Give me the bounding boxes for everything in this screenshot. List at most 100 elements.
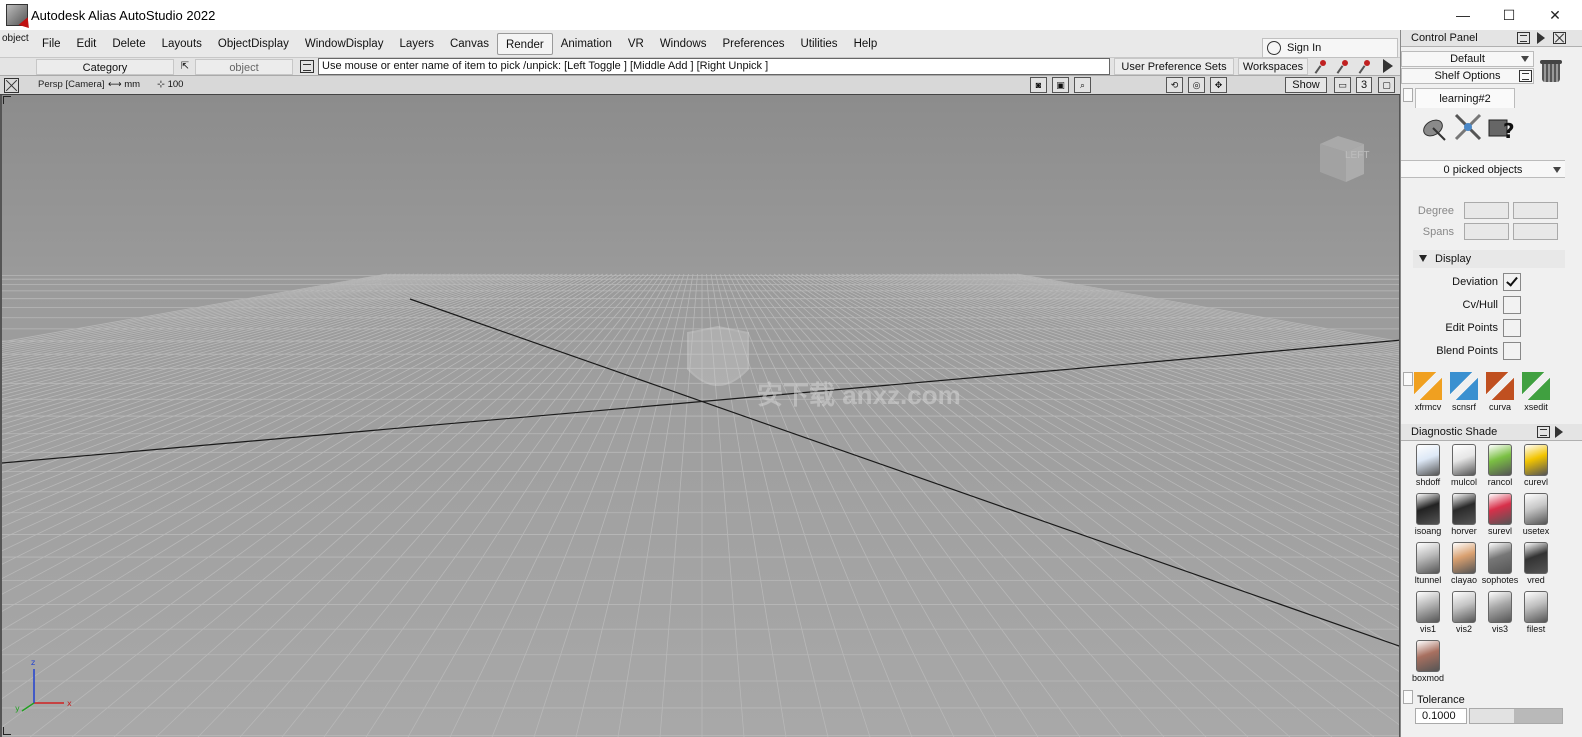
menu-preferences[interactable]: Preferences (714, 33, 792, 55)
pick-tool-icon[interactable]: ⇱ (177, 59, 193, 75)
shelf-default-dropdown[interactable]: Default (1401, 51, 1534, 67)
tumble-icon[interactable]: ⟲ (1166, 77, 1183, 93)
display-option-checkbox[interactable] (1503, 296, 1521, 314)
look-at-icon[interactable]: ◎ (1188, 77, 1205, 93)
diagnostic-usetex[interactable]: usetex (1517, 493, 1555, 536)
menu-windows[interactable]: Windows (652, 33, 715, 55)
panel-close-icon[interactable] (1553, 32, 1566, 44)
shelf-side-tab[interactable] (1403, 88, 1413, 102)
diagnostic-rancol[interactable]: rancol (1481, 444, 1519, 487)
zoom-icon[interactable]: ⌕ (1074, 77, 1091, 93)
menu-vr[interactable]: VR (620, 33, 652, 55)
user-preference-sets-button[interactable]: User Preference Sets (1114, 58, 1234, 75)
tools-cross-icon[interactable] (1453, 112, 1483, 142)
play-icon[interactable] (1383, 59, 1393, 73)
show-button[interactable]: Show (1285, 77, 1327, 93)
close-button[interactable]: ✕ (1532, 0, 1578, 30)
perspective-viewport[interactable]: LEFT 安下载 anxz.com x z y (0, 95, 1400, 737)
degree-field-1[interactable] (1464, 202, 1509, 219)
menu-utilities[interactable]: Utilities (793, 33, 846, 55)
diagnostic-label: vred (1527, 575, 1545, 585)
diagnostic-menu-icon[interactable] (1537, 426, 1550, 438)
shelf-tab[interactable]: learning#2 (1415, 88, 1515, 108)
diagnostic-vis2[interactable]: vis2 (1445, 591, 1483, 634)
display-section-header[interactable]: Display (1413, 250, 1565, 268)
menu-layers[interactable]: Layers (391, 33, 442, 55)
menu-help[interactable]: Help (846, 33, 886, 55)
camera-icon[interactable]: ◙ (1030, 77, 1047, 93)
menu-layouts[interactable]: Layouts (154, 33, 210, 55)
menu-animation[interactable]: Animation (553, 33, 620, 55)
diagnostic-ltunnel[interactable]: ltunnel (1409, 542, 1447, 585)
object-field[interactable]: object (195, 59, 293, 75)
diagnostic-clayao[interactable]: clayao (1445, 542, 1483, 585)
vis2-icon (1452, 591, 1476, 623)
maximize-button[interactable]: ☐ (1486, 0, 1532, 30)
camera-record-icon[interactable]: ▣ (1052, 77, 1069, 93)
diagnostic-label: sophotes (1481, 575, 1519, 585)
palette-tool-xfrmcv[interactable]: xfrmcv (1411, 372, 1445, 412)
view-number[interactable]: 3 (1356, 77, 1372, 93)
satellite-dish-icon[interactable] (1419, 112, 1449, 142)
diagnostic-expand-icon[interactable] (1555, 426, 1563, 438)
pin-icon[interactable] (1314, 59, 1330, 75)
minimize-button[interactable]: — (1440, 0, 1486, 30)
diagnostic-shdoff[interactable]: shdoff (1409, 444, 1447, 487)
diagnostic-vis1[interactable]: vis1 (1409, 591, 1447, 634)
maximize-view-icon[interactable]: ▢ (1378, 77, 1395, 93)
menu-edit[interactable]: Edit (69, 33, 105, 55)
xsedit-icon (1522, 372, 1550, 400)
display-option-checkbox[interactable] (1503, 273, 1521, 291)
sign-in-button[interactable]: Sign In (1262, 38, 1398, 58)
display-option-label: Cv/Hull (1462, 299, 1498, 311)
diagnostic-label: rancol (1487, 477, 1513, 487)
picked-objects-dropdown[interactable]: 0 picked objects (1401, 160, 1565, 178)
palette-tool-scnsrf[interactable]: scnsrf (1447, 372, 1481, 412)
diagnostic-vis3[interactable]: vis3 (1481, 591, 1519, 634)
panel-expand-icon[interactable] (1537, 32, 1545, 44)
pin-magnet-icon[interactable] (1358, 59, 1374, 75)
shelf-options-button[interactable]: Shelf Options (1401, 68, 1534, 84)
panel-menu-icon[interactable] (1517, 32, 1530, 44)
diagnostic-vred[interactable]: vred (1517, 542, 1555, 585)
shelf-menu-icon[interactable] (1519, 70, 1532, 82)
palette-tool-curva[interactable]: curva (1483, 372, 1517, 412)
palette-tool-xsedit[interactable]: xsedit (1519, 372, 1553, 412)
tolerance-input[interactable]: 0.1000 (1415, 708, 1467, 724)
diagnostic-isoang[interactable]: isoang (1409, 493, 1447, 536)
diagnostic-surevl[interactable]: surevl (1481, 493, 1519, 536)
pin-transform-icon[interactable] (1336, 59, 1352, 75)
diagnostic-filest[interactable]: filest (1517, 591, 1555, 634)
pan-icon[interactable]: ✥ (1210, 77, 1227, 93)
diagnostic-label: curevl (1523, 477, 1548, 487)
viewport-close-icon[interactable] (4, 78, 19, 93)
menu-render[interactable]: Render (496, 33, 553, 55)
prompt-history-icon[interactable] (300, 60, 314, 73)
menu-canvas[interactable]: Canvas (442, 33, 497, 55)
prompt-line[interactable]: Use mouse or enter name of item to pick … (318, 58, 1110, 75)
diagnostic-curevl[interactable]: curevl (1517, 444, 1555, 487)
trash-icon[interactable] (1539, 58, 1563, 84)
menu-windowdisplay[interactable]: WindowDisplay (297, 33, 392, 55)
category-selector[interactable]: Category (36, 59, 174, 75)
clayao-icon (1452, 542, 1476, 574)
diagnostic-horver[interactable]: horver (1445, 493, 1483, 536)
diagnostic-mulcol[interactable]: mulcol (1445, 444, 1483, 487)
workspaces-button[interactable]: Workspaces (1238, 58, 1308, 75)
spans-field-1[interactable] (1464, 223, 1509, 240)
help-book-icon[interactable]: ? (1487, 112, 1517, 142)
diagnostic-sophotes[interactable]: sophotes (1481, 542, 1519, 585)
display-option-checkbox[interactable] (1503, 342, 1521, 360)
spans-label: Spans (1422, 226, 1454, 238)
tolerance-side-tab[interactable] (1403, 690, 1413, 704)
diagnostic-label: mulcol (1450, 477, 1477, 487)
spans-field-2[interactable] (1513, 223, 1558, 240)
tolerance-slider[interactable] (1469, 708, 1563, 724)
menu-delete[interactable]: Delete (104, 33, 153, 55)
display-option-checkbox[interactable] (1503, 319, 1521, 337)
menu-file[interactable]: File (34, 33, 69, 55)
layout-icon[interactable]: ▭ (1334, 77, 1351, 93)
degree-field-2[interactable] (1513, 202, 1558, 219)
menu-objectdisplay[interactable]: ObjectDisplay (210, 33, 297, 55)
diagnostic-boxmod[interactable]: boxmod (1409, 640, 1447, 683)
